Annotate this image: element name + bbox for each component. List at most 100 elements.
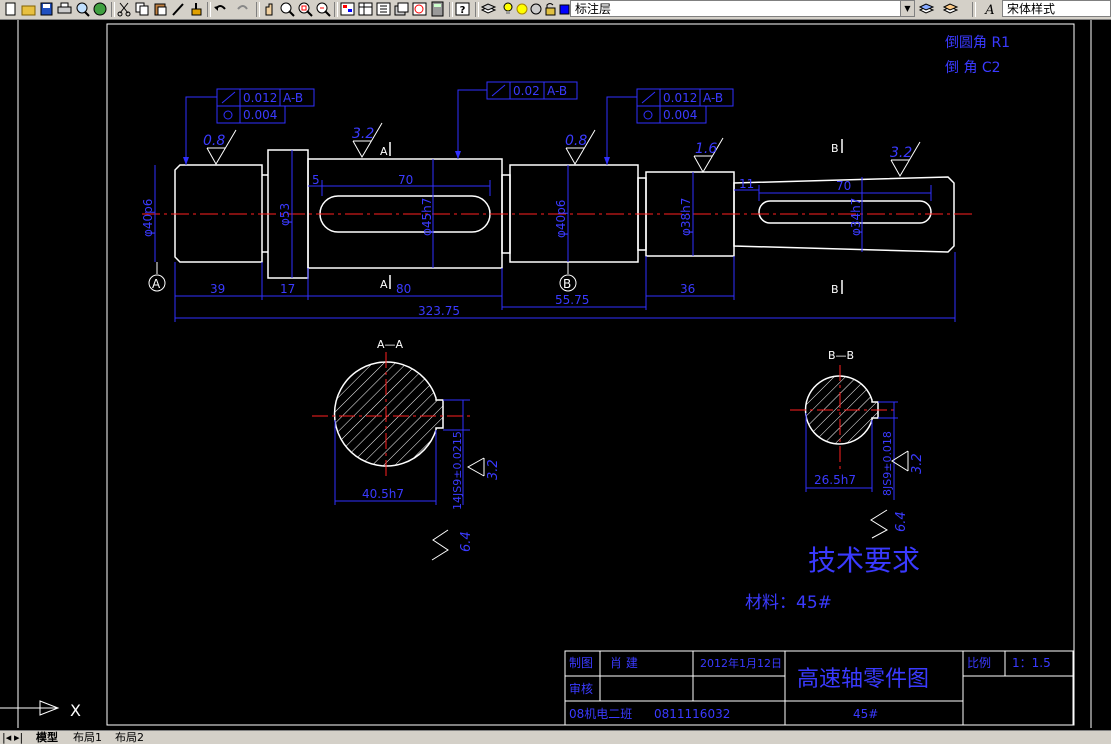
tab-model[interactable]: 模型 bbox=[36, 731, 58, 744]
tab-nav-icon[interactable]: |◂ bbox=[2, 731, 11, 744]
length-39: 39 bbox=[210, 282, 225, 296]
open-icon[interactable] bbox=[20, 1, 37, 17]
section-markers bbox=[389, 139, 843, 294]
layer-previous-icon[interactable] bbox=[918, 1, 935, 17]
dia-d1: φ40p6 bbox=[141, 199, 155, 237]
roughness-4: 1.6 bbox=[695, 141, 717, 157]
gdt-right-runout-value: 0.012 bbox=[663, 91, 697, 105]
length-80: 80 bbox=[396, 282, 411, 296]
tb-drawn-label: 制图 bbox=[569, 656, 593, 670]
layer-combo-value: 标注层 bbox=[575, 2, 612, 16]
layout-tab-bar: |◂ ▸| 模型 布局1 布局2 bbox=[0, 730, 1111, 744]
markup-icon[interactable] bbox=[411, 1, 428, 17]
paste-icon[interactable] bbox=[152, 1, 169, 17]
zoom-window-icon[interactable] bbox=[297, 1, 314, 17]
svg-text:?: ? bbox=[460, 5, 466, 16]
roughness-2: 3.2 bbox=[352, 126, 374, 142]
text-style-icon[interactable]: A bbox=[982, 1, 999, 17]
keyway-len-right: 70 bbox=[836, 179, 851, 193]
tab-layout1[interactable]: 布局1 bbox=[73, 731, 102, 744]
new-icon[interactable] bbox=[2, 1, 19, 17]
tool-palette-icon[interactable] bbox=[375, 1, 392, 17]
ucs-x-label: X bbox=[70, 701, 81, 720]
tb-material: 45# bbox=[853, 707, 878, 721]
tb-drawing-title: 高速轴零件图 bbox=[797, 667, 929, 692]
length-36: 36 bbox=[680, 282, 695, 296]
layer-states-icon[interactable] bbox=[942, 1, 959, 17]
dia-d6: φ34h7 bbox=[849, 198, 863, 236]
gdt-mid-runout-value: 0.02 bbox=[513, 84, 540, 98]
properties-icon[interactable] bbox=[339, 1, 356, 17]
text-style-combo[interactable]: 宋体样式 bbox=[1002, 0, 1111, 17]
sheet-set-icon[interactable] bbox=[393, 1, 410, 17]
roughness-symbols bbox=[206, 122, 921, 178]
section-b-key: 8JS9±0.018 bbox=[881, 431, 894, 496]
calculator-icon[interactable] bbox=[429, 1, 446, 17]
section-mark-b-top: B bbox=[831, 142, 839, 155]
paint-icon[interactable] bbox=[188, 1, 205, 17]
layer-manager-icon[interactable] bbox=[480, 1, 497, 17]
keyway-len-left: 70 bbox=[398, 173, 413, 187]
standard-toolbar: ? 标注层 ▼ A 宋体样式 bbox=[0, 0, 1111, 20]
undo-icon[interactable] bbox=[212, 1, 229, 17]
gdt-left-cyl-value: 0.004 bbox=[243, 108, 277, 122]
help-icon[interactable]: ? bbox=[454, 1, 471, 17]
roughness-5: 3.2 bbox=[890, 145, 912, 161]
length-17: 17 bbox=[280, 282, 295, 296]
tab-layout2[interactable]: 布局2 bbox=[115, 731, 144, 744]
tb-date: 2012年1月12日 bbox=[700, 656, 782, 670]
section-b-ra1: 3.2 bbox=[910, 453, 925, 474]
drawing-canvas[interactable]: 倒圆角 R1 倒 角 C2 0.012 A-B 0.004 0.02 A-B 0… bbox=[0, 20, 1111, 730]
keyway-dim-5: 5 bbox=[312, 173, 320, 187]
tb-scale-value: 1：1.5 bbox=[1012, 656, 1051, 670]
section-a-key: 14JS9±0.0215 bbox=[451, 431, 464, 510]
tb-student-id: 0811116032 bbox=[654, 707, 730, 721]
tb-drawn-by: 肖 建 bbox=[610, 656, 638, 670]
section-mark-a-bottom: A bbox=[380, 278, 388, 291]
svg-text:A: A bbox=[984, 3, 994, 17]
gdt-left-runout-ref: A-B bbox=[283, 91, 303, 105]
section-a-view bbox=[312, 352, 470, 478]
gdt-right-runout-ref: A-B bbox=[703, 91, 723, 105]
section-a-ra2: 6.4 bbox=[459, 531, 474, 552]
dia-d2: φ53 bbox=[278, 203, 292, 226]
chevron-down-icon[interactable]: ▼ bbox=[900, 1, 914, 16]
cut-icon[interactable] bbox=[116, 1, 133, 17]
text-style-combo-value: 宋体样式 bbox=[1007, 2, 1056, 16]
tb-scale-label: 比例 bbox=[967, 656, 991, 670]
save-icon[interactable] bbox=[38, 1, 55, 17]
copy-icon[interactable] bbox=[134, 1, 151, 17]
material-note: 材料：45# bbox=[745, 593, 832, 613]
layer-combo[interactable]: 标注层 ▼ bbox=[570, 0, 915, 17]
tb-review-label: 审核 bbox=[569, 681, 593, 696]
drawing-frame bbox=[17, 20, 1092, 728]
zoom-previous-icon[interactable] bbox=[315, 1, 332, 17]
section-b-width: 26.5h7 bbox=[814, 473, 856, 487]
length-total: 323.75 bbox=[418, 304, 460, 318]
redo-icon[interactable] bbox=[234, 1, 251, 17]
keyway-dim-11: 11 bbox=[739, 177, 754, 191]
roughness-3: 0.8 bbox=[565, 133, 587, 149]
section-a-width: 40.5h7 bbox=[362, 487, 404, 501]
chamfer-r-note: 倒圆角 R1 bbox=[945, 35, 1010, 51]
datum-a-label: A bbox=[152, 277, 161, 291]
print-icon[interactable] bbox=[56, 1, 73, 17]
section-b-ra2: 6.4 bbox=[894, 511, 909, 532]
section-a-ra1: 3.2 bbox=[486, 459, 501, 480]
tab-nav-next-icon[interactable]: ▸| bbox=[14, 731, 23, 744]
gdt-left-runout-value: 0.012 bbox=[243, 91, 277, 105]
datum-b-label: B bbox=[563, 277, 571, 291]
pan-icon[interactable] bbox=[261, 1, 278, 17]
section-mark-a-top: A bbox=[380, 145, 388, 158]
section-a-title: A—A bbox=[377, 338, 404, 351]
tech-requirements-title: 技术要求 bbox=[808, 544, 920, 577]
section-mark-b-bottom: B bbox=[831, 283, 839, 296]
zoom-realtime-icon[interactable] bbox=[279, 1, 296, 17]
preview-icon[interactable] bbox=[74, 1, 91, 17]
match-icon[interactable] bbox=[170, 1, 187, 17]
tb-class: 08机电二班 bbox=[569, 707, 632, 721]
section-b-title: B—B bbox=[828, 349, 854, 362]
publish-icon[interactable] bbox=[92, 1, 109, 17]
design-center-icon[interactable] bbox=[357, 1, 374, 17]
ucs-icon bbox=[0, 700, 60, 716]
